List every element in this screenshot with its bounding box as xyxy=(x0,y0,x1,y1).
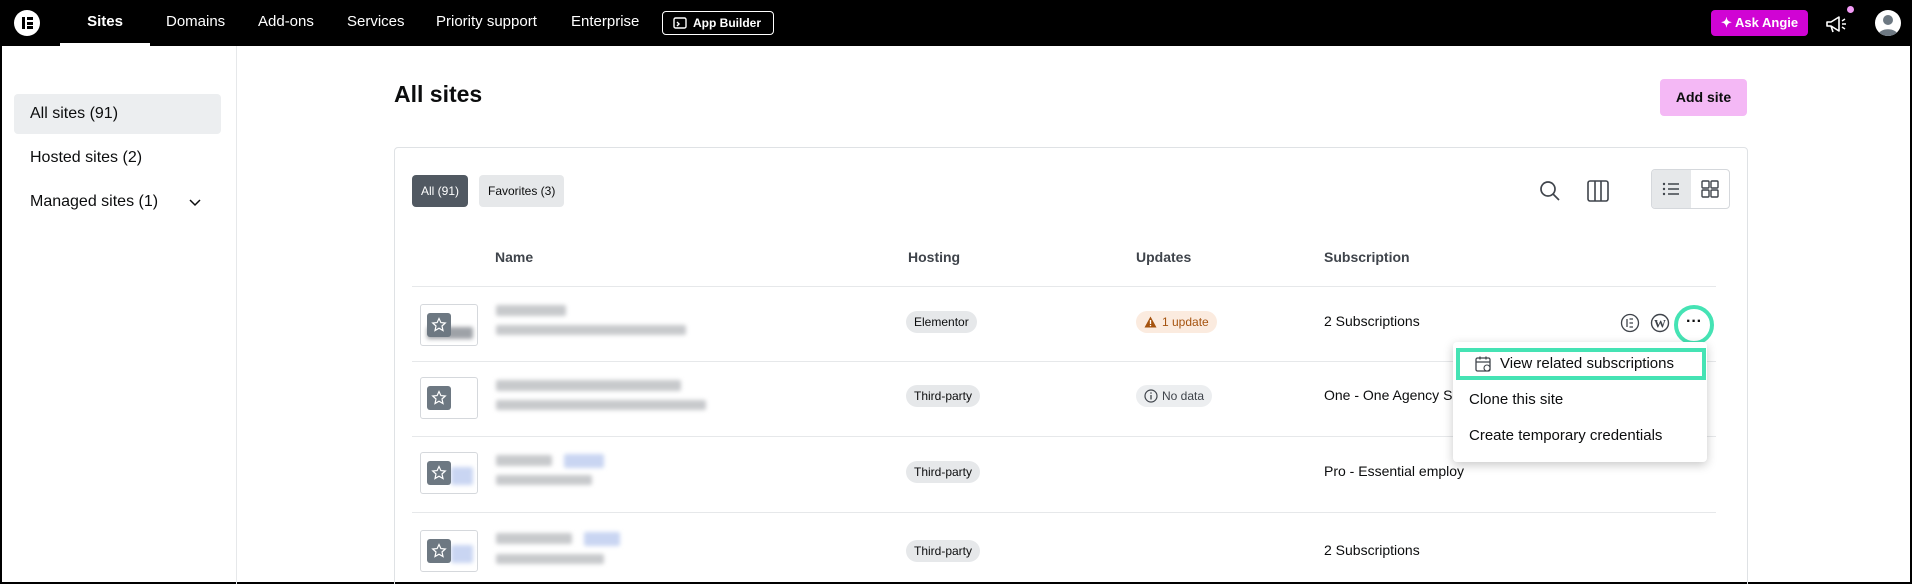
site-thumbnail xyxy=(420,530,478,572)
site-name-blurred[interactable] xyxy=(496,533,572,544)
hosting-badge: Third-party xyxy=(906,461,981,483)
menu-item-create-temporary-credentials[interactable]: Create temporary credentials xyxy=(1453,419,1707,453)
updates-label: No data xyxy=(1162,389,1205,403)
favorite-star-icon[interactable] xyxy=(427,313,451,337)
app-builder-button[interactable]: App Builder xyxy=(662,11,774,35)
site-url-blurred[interactable] xyxy=(496,400,706,410)
site-url-blurred[interactable] xyxy=(496,475,592,485)
site-thumbnail xyxy=(420,304,478,346)
search-icon[interactable] xyxy=(1534,175,1566,207)
app-builder-label: App Builder xyxy=(693,16,761,30)
subscription-text: 2 Subscriptions xyxy=(1324,313,1420,329)
site-tag-blurred xyxy=(564,454,604,468)
info-icon xyxy=(1144,389,1158,403)
grid-icon xyxy=(1701,180,1719,198)
nav-add-ons[interactable]: Add-ons xyxy=(258,2,314,46)
subscription-text: 2 Subscriptions xyxy=(1324,542,1420,558)
filter-favorites[interactable]: Favorites (3) xyxy=(479,175,565,207)
elementor-logo[interactable] xyxy=(14,10,40,36)
menu-item-clone-this-site[interactable]: Clone this site xyxy=(1453,383,1707,417)
site-tag-blurred xyxy=(584,532,620,546)
columns-icon[interactable] xyxy=(1582,175,1614,207)
svg-text:W: W xyxy=(1654,317,1666,331)
more-options-button[interactable]: ··· xyxy=(1674,305,1714,345)
updates-badge[interactable]: 1 update xyxy=(1136,311,1217,333)
sidebar-item-all-sites[interactable]: All sites (91) xyxy=(14,94,221,134)
nav-domains[interactable]: Domains xyxy=(166,2,225,46)
sidebar: All sites (91) Hosted sites (2) Managed … xyxy=(2,46,237,584)
table-row[interactable]: Third-party 2 Subscriptions xyxy=(412,513,1716,584)
megaphone-icon[interactable] xyxy=(1824,12,1848,36)
list-view-button[interactable] xyxy=(1652,170,1691,208)
menu-item-view-related-subscriptions[interactable]: View related subscriptions xyxy=(1456,348,1706,380)
subscription-text: One - One Agency Sc xyxy=(1324,387,1460,403)
grid-view-button[interactable] xyxy=(1691,170,1730,208)
list-icon xyxy=(1663,182,1680,196)
sidebar-item-hosted-sites[interactable]: Hosted sites (2) xyxy=(14,138,221,178)
nav-sites[interactable]: Sites xyxy=(60,2,150,46)
chevron-down-icon[interactable] xyxy=(187,194,203,210)
column-header-hosting[interactable]: Hosting xyxy=(908,249,960,265)
column-header-updates[interactable]: Updates xyxy=(1136,249,1191,265)
site-name-blurred[interactable] xyxy=(496,455,552,466)
column-header-subscription[interactable]: Subscription xyxy=(1324,249,1410,265)
calendar-icon xyxy=(1475,356,1491,372)
favorite-star-icon[interactable] xyxy=(427,386,451,410)
site-name-blurred[interactable] xyxy=(496,380,681,391)
filter-all[interactable]: All (91) xyxy=(412,175,469,207)
favorite-star-icon[interactable] xyxy=(427,461,451,485)
hosting-badge: Third-party xyxy=(906,385,981,407)
user-avatar-icon[interactable] xyxy=(1875,10,1901,36)
row-actions-menu: View related subscriptions Clone this si… xyxy=(1453,342,1707,462)
site-url-blurred[interactable] xyxy=(496,325,686,335)
wordpress-icon: W xyxy=(1650,313,1670,333)
sidebar-item-managed-sites[interactable]: Managed sites (1) xyxy=(14,182,221,222)
column-header-name[interactable]: Name xyxy=(495,249,533,265)
nav-priority-support[interactable]: Priority support xyxy=(436,2,537,46)
menu-item-label: View related subscriptions xyxy=(1500,355,1674,372)
elementor-icon xyxy=(1620,313,1640,333)
hosting-badge: Third-party xyxy=(906,540,981,562)
top-navigation-bar: Sites Domains Add-ons Services Priority … xyxy=(2,2,1910,46)
site-thumbnail xyxy=(420,452,478,494)
site-thumbnail xyxy=(420,377,478,419)
subscription-text: Pro - Essential employ xyxy=(1324,463,1465,479)
page-title: All sites xyxy=(394,81,483,107)
ask-angie-button[interactable]: ✦ Ask Angie xyxy=(1711,10,1809,36)
view-toggle xyxy=(1651,169,1730,209)
app-builder-icon xyxy=(673,17,687,29)
updates-label: 1 update xyxy=(1162,315,1209,329)
sidebar-item-label: Managed sites (1) xyxy=(30,193,159,210)
nav-services[interactable]: Services xyxy=(347,2,405,46)
notification-dot xyxy=(1847,6,1854,13)
nav-enterprise[interactable]: Enterprise xyxy=(571,2,639,46)
site-url-blurred[interactable] xyxy=(496,554,604,564)
add-site-button[interactable]: Add site xyxy=(1660,79,1747,116)
updates-badge: No data xyxy=(1136,385,1213,407)
favorite-star-icon[interactable] xyxy=(427,539,451,563)
hosting-badge: Elementor xyxy=(906,311,977,333)
site-name-blurred[interactable] xyxy=(496,305,566,316)
warning-icon xyxy=(1144,316,1157,328)
